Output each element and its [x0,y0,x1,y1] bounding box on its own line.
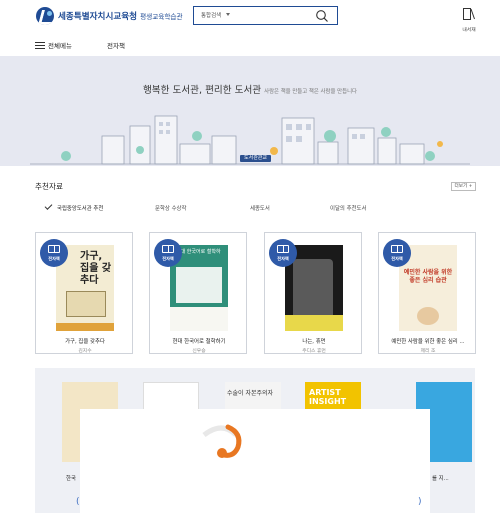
cover-title: 현대 한국어로 철학하기 [176,249,221,261]
check-icon [44,202,53,210]
tab-label: 국립중앙도서관 추천 [57,206,104,212]
cover-illustration [66,291,106,317]
book-title[interactable]: 나는, 휴먼 [265,337,363,345]
book-icon [48,245,60,253]
cover-illustration [417,307,439,325]
loading-overlay [80,409,430,513]
book-card[interactable]: 전자책 예민한 사람을 위한 좋은 심리 습관 예민한 사람을 위한 좋은 심리… [378,232,476,354]
tab-literary-award[interactable]: 문학상 수상작 [155,204,186,212]
nav-item-ebook[interactable]: 전자책 [107,40,125,50]
search-bar: 통합검색 [193,6,338,25]
list-book-title[interactable]: 를 지... [432,474,449,482]
cover-band [285,315,343,331]
cover-title: 예민한 사람을 위한 좋은 심리 습관 [403,269,453,284]
loading-spinner-icon [202,424,242,458]
book-author: 김지수 [78,349,92,354]
banner-headline: 행복한 도서관, 편리한 도서관 [142,85,262,96]
search-icon[interactable] [315,9,329,23]
all-menu-label: 전체메뉴 [48,42,72,50]
cover-band [56,323,114,331]
book-title[interactable]: 예민한 사람을 위한 좋은 심리 ... [379,337,477,345]
book-icon [162,245,174,253]
book-card[interactable]: 전자책 현대 한국어로 철학하기 현대 한국어로 철학하기 신우승 [149,232,247,354]
logo-subtitle: 평생교육학습관 [140,13,183,21]
cover-photo [293,259,333,319]
my-library-button[interactable]: 내서재 [456,6,482,33]
my-library-label: 내서재 [462,28,476,33]
book-author: 주디스 휴먼 [302,349,326,354]
section-title: 추천자료 [35,182,63,191]
ebook-badge: 전자책 [154,239,182,267]
book-icon [391,245,403,253]
carousel-next-icon[interactable]: ) [418,497,422,507]
chevron-down-icon [226,13,230,16]
list-cover-title: 수술이 자본주의자 [227,390,274,397]
cover-bottom [170,307,228,331]
search-scope-select[interactable]: 통합검색 [201,11,221,19]
logo-name: 세종특별자치시교육청 [58,12,138,22]
main-nav: 전체메뉴 전자책 [0,38,500,54]
tab-sejong-books[interactable]: 세종도서 [250,204,270,212]
hero-banner: 행복한 도서관, 편리한 도서관 사람은 책을 만들고 책은 사람을 만듭니다 도… [0,56,500,166]
ebook-badge: 전자책 [40,239,68,267]
book-title[interactable]: 가구, 집을 갖추다 [36,337,134,345]
book-card[interactable]: 전자책 가구, 집을 갖추다 가구, 집을 갖추다 김지수 [35,232,133,354]
banner-title: 행복한 도서관, 편리한 도서관 사람은 책을 만들고 책은 사람을 만듭니다 [0,78,500,97]
list-cover-title: ARTIST INSIGHT [309,388,347,406]
list-book-title[interactable]: 한국 [66,474,76,482]
city-illustration [0,56,500,166]
all-menu-button[interactable]: 전체메뉴 [35,40,72,50]
more-button[interactable]: 더보기 + [451,182,476,191]
book-author: 제리 조 [420,349,436,354]
recommend-tabs: 국립중앙도서관 추천 문학상 수상작 세종도서 이달의 추천도서 [35,200,475,220]
carousel-prev-icon[interactable]: ( [76,497,80,507]
ebook-badge: 전자책 [383,239,411,267]
book-title[interactable]: 현대 한국어로 철학하기 [150,337,248,345]
bookshelf-icon [463,8,475,20]
logo-icon [36,7,54,25]
cover-grid [176,267,222,303]
book-icon [277,245,289,253]
banner-sign: 도서관관교 [240,155,272,162]
site-logo[interactable]: 세종특별자치시교육청 평생교육학습관 [36,7,183,25]
cover-title: 가구, 집을 갖추다 [80,251,112,286]
ebook-badge: 전자책 [269,239,297,267]
header: 세종특별자치시교육청 평생교육학습관 통합검색 내서재 [0,0,500,36]
tab-national-library[interactable]: 국립중앙도서관 추천 [44,202,104,212]
tab-monthly-pick[interactable]: 이달의 추천도서 [330,204,366,212]
hamburger-icon [35,41,45,49]
book-author: 신우승 [192,349,206,354]
banner-subtext: 사람은 책을 만들고 책은 사람을 만듭니다 [264,89,357,95]
book-card[interactable]: 전자책 나는, 휴먼 주디스 휴먼 [264,232,362,354]
